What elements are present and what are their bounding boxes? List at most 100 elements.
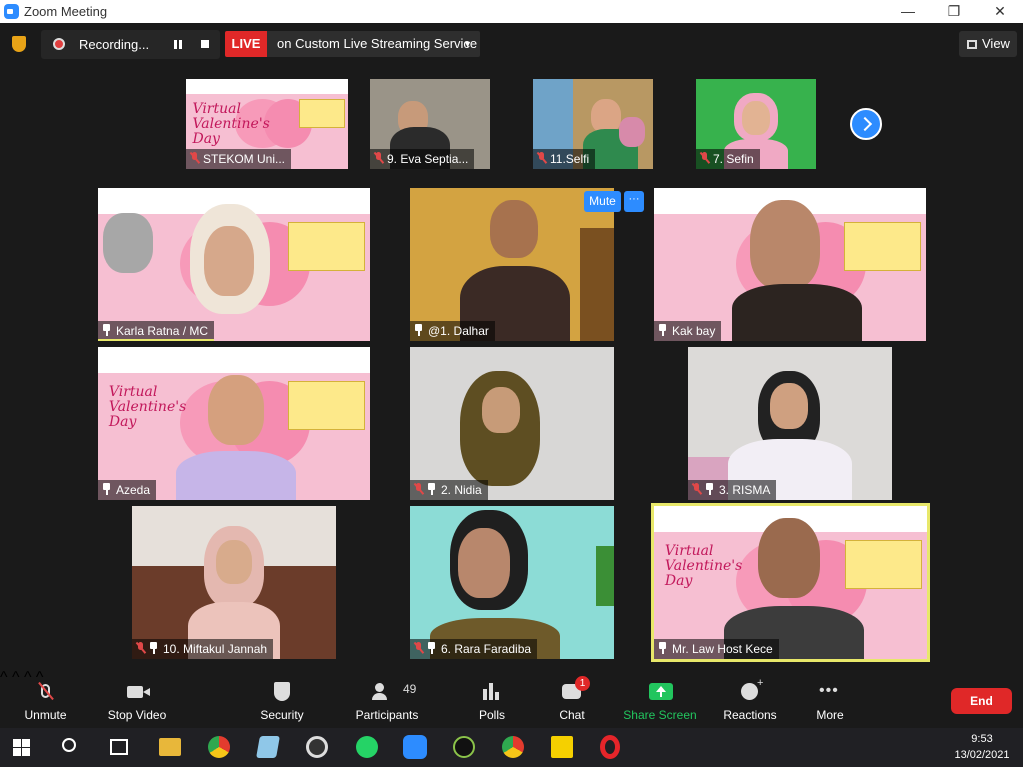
record-dot-icon xyxy=(53,38,65,50)
live-service-label: on Custom Live Streaming Service xyxy=(277,36,478,51)
video-tile-strip-4[interactable]: 7. Sefin xyxy=(696,79,816,169)
more-dots-icon: ••• xyxy=(819,682,839,699)
participant-name: Karla Ratna / MC xyxy=(98,321,215,341)
participants-button[interactable]: 49 Participants xyxy=(352,669,422,728)
live-badge[interactable]: LIVE xyxy=(225,31,267,57)
stop-video-label: Stop Video xyxy=(107,708,167,722)
search-icon[interactable] xyxy=(62,738,76,752)
task-view-icon[interactable] xyxy=(110,739,128,755)
video-tile-strip-1[interactable]: Virtual Valentine's Day STEKOM Uni... xyxy=(186,79,348,169)
video-tile-kak-bay[interactable]: Kak bay xyxy=(654,188,926,341)
participant-name: 2. Nidia xyxy=(410,480,488,500)
mic-muted-icon xyxy=(190,152,199,164)
share-screen-label: Share Screen xyxy=(623,708,697,722)
mic-muted-icon xyxy=(692,483,701,495)
stop-video-button[interactable]: Stop Video xyxy=(104,669,170,728)
pin-icon xyxy=(414,324,423,336)
more-button[interactable]: ••• More xyxy=(810,669,850,728)
participants-icon xyxy=(375,683,384,692)
next-page-arrow-icon[interactable] xyxy=(850,108,882,140)
video-tile-strip-3[interactable]: 11.Selfi xyxy=(533,79,653,169)
video-camera-icon xyxy=(127,686,143,698)
shield-icon xyxy=(274,682,290,701)
mic-muted-icon xyxy=(374,152,383,164)
opera-icon[interactable] xyxy=(600,735,620,759)
pin-icon xyxy=(427,483,436,495)
file-explorer-icon[interactable] xyxy=(159,738,181,756)
window-title: Zoom Meeting xyxy=(24,4,108,19)
live-service-dropdown[interactable]: on Custom Live Streaming Service ▼ xyxy=(267,31,480,57)
close-button[interactable]: ✕ xyxy=(977,0,1023,23)
zoom-taskbar-icon[interactable] xyxy=(403,735,427,759)
windows-taskbar: 9:53 13/02/2021 xyxy=(0,728,1023,767)
zoom-app: Zoom Meeting — ❐ ✕ Recording... LIVE on … xyxy=(0,0,1023,767)
clock-time: 9:53 xyxy=(971,733,993,745)
banner-heading: Virtual Valentine's Day xyxy=(108,384,187,431)
chat-label: Chat xyxy=(559,708,585,722)
mute-participant-button[interactable]: Mute xyxy=(584,191,621,212)
windows-start-icon[interactable] xyxy=(13,739,30,756)
meeting-toolbar: Unmute ^ Stop Video ^ Security 49 Partic… xyxy=(0,669,1023,728)
participants-count: 49 xyxy=(403,682,417,696)
maximize-button[interactable]: ❐ xyxy=(931,0,977,23)
mic-muted-icon xyxy=(537,152,546,164)
video-tile-miftakul[interactable]: 10. Miftakul Jannah xyxy=(132,506,336,659)
video-tile-host-active-speaker[interactable]: Virtual Valentine's Day Mr. Law Host Kece xyxy=(651,503,930,662)
pin-icon xyxy=(658,642,667,654)
mic-muted-icon xyxy=(136,642,145,654)
chat-button[interactable]: 1 Chat xyxy=(552,669,592,728)
minimize-button[interactable]: — xyxy=(885,0,931,23)
pin-icon xyxy=(149,642,158,654)
video-tile-nidia[interactable]: 2. Nidia xyxy=(410,347,614,500)
video-tile-dalhar[interactable]: @1. Dalhar xyxy=(410,188,614,341)
pin-icon xyxy=(427,642,436,654)
obs-icon[interactable] xyxy=(306,736,328,758)
participant-name: 10. Miftakul Jannah xyxy=(132,639,274,659)
audio-options-caret[interactable]: ^ xyxy=(0,669,8,686)
more-label: More xyxy=(816,708,844,722)
meeting-top-bar: Recording... LIVE on Custom Live Streami… xyxy=(0,23,1023,65)
polls-icon xyxy=(483,689,487,700)
participants-label: Participants xyxy=(355,708,419,722)
view-button[interactable]: View xyxy=(959,31,1017,57)
security-button[interactable]: Security xyxy=(255,669,309,728)
participant-name: STEKOM Uni... xyxy=(186,149,292,169)
video-tile-azeda[interactable]: Virtual Valentine's Day Azeda xyxy=(98,347,370,500)
video-tile-rara[interactable]: 6. Rara Faradiba xyxy=(410,506,614,659)
video-tile-strip-2[interactable]: 9. Eva Septia... xyxy=(370,79,490,169)
banner-heading: Virtual Valentine's Day xyxy=(192,100,270,147)
emoji-icon xyxy=(741,683,758,700)
pen-app-icon[interactable] xyxy=(453,736,475,758)
more-options-button[interactable]: ··· xyxy=(624,191,644,212)
share-screen-button[interactable]: Share Screen xyxy=(622,669,698,728)
polls-button[interactable]: Polls xyxy=(472,669,512,728)
reactions-label: Reactions xyxy=(723,708,777,722)
grid-view-icon xyxy=(967,40,977,49)
video-tile-karla[interactable]: Karla Ratna / MC xyxy=(98,188,370,341)
mic-muted-icon xyxy=(414,483,423,495)
whatsapp-icon[interactable] xyxy=(356,736,378,758)
view-label: View xyxy=(982,36,1010,51)
unmute-button[interactable]: Unmute xyxy=(18,669,73,728)
end-meeting-button[interactable]: End xyxy=(951,688,1012,714)
app-icon[interactable] xyxy=(256,736,280,758)
polls-label: Polls xyxy=(478,708,505,722)
reactions-button[interactable]: + Reactions xyxy=(721,669,779,728)
pin-icon xyxy=(658,324,667,336)
security-label: Security xyxy=(260,708,304,722)
plant-decoration xyxy=(596,546,614,606)
chat-unread-badge: 1 xyxy=(575,676,590,691)
chrome-icon-2[interactable] xyxy=(502,736,524,758)
participant-name: 3. RISMA xyxy=(688,480,777,500)
zoom-logo-icon xyxy=(4,4,19,19)
chrome-icon[interactable] xyxy=(208,736,230,758)
video-tile-risma[interactable]: 3. RISMA xyxy=(688,347,892,500)
participant-name: @1. Dalhar xyxy=(410,321,495,341)
security-shield-icon[interactable] xyxy=(12,36,26,52)
system-clock[interactable]: 9:53 13/02/2021 xyxy=(947,731,1017,763)
banner-heading: Virtual Valentine's Day xyxy=(664,543,743,590)
unmute-label: Unmute xyxy=(24,708,67,722)
stop-recording-icon[interactable] xyxy=(201,40,209,48)
pause-recording-icon[interactable] xyxy=(174,40,182,49)
sticky-notes-icon[interactable] xyxy=(551,736,573,758)
